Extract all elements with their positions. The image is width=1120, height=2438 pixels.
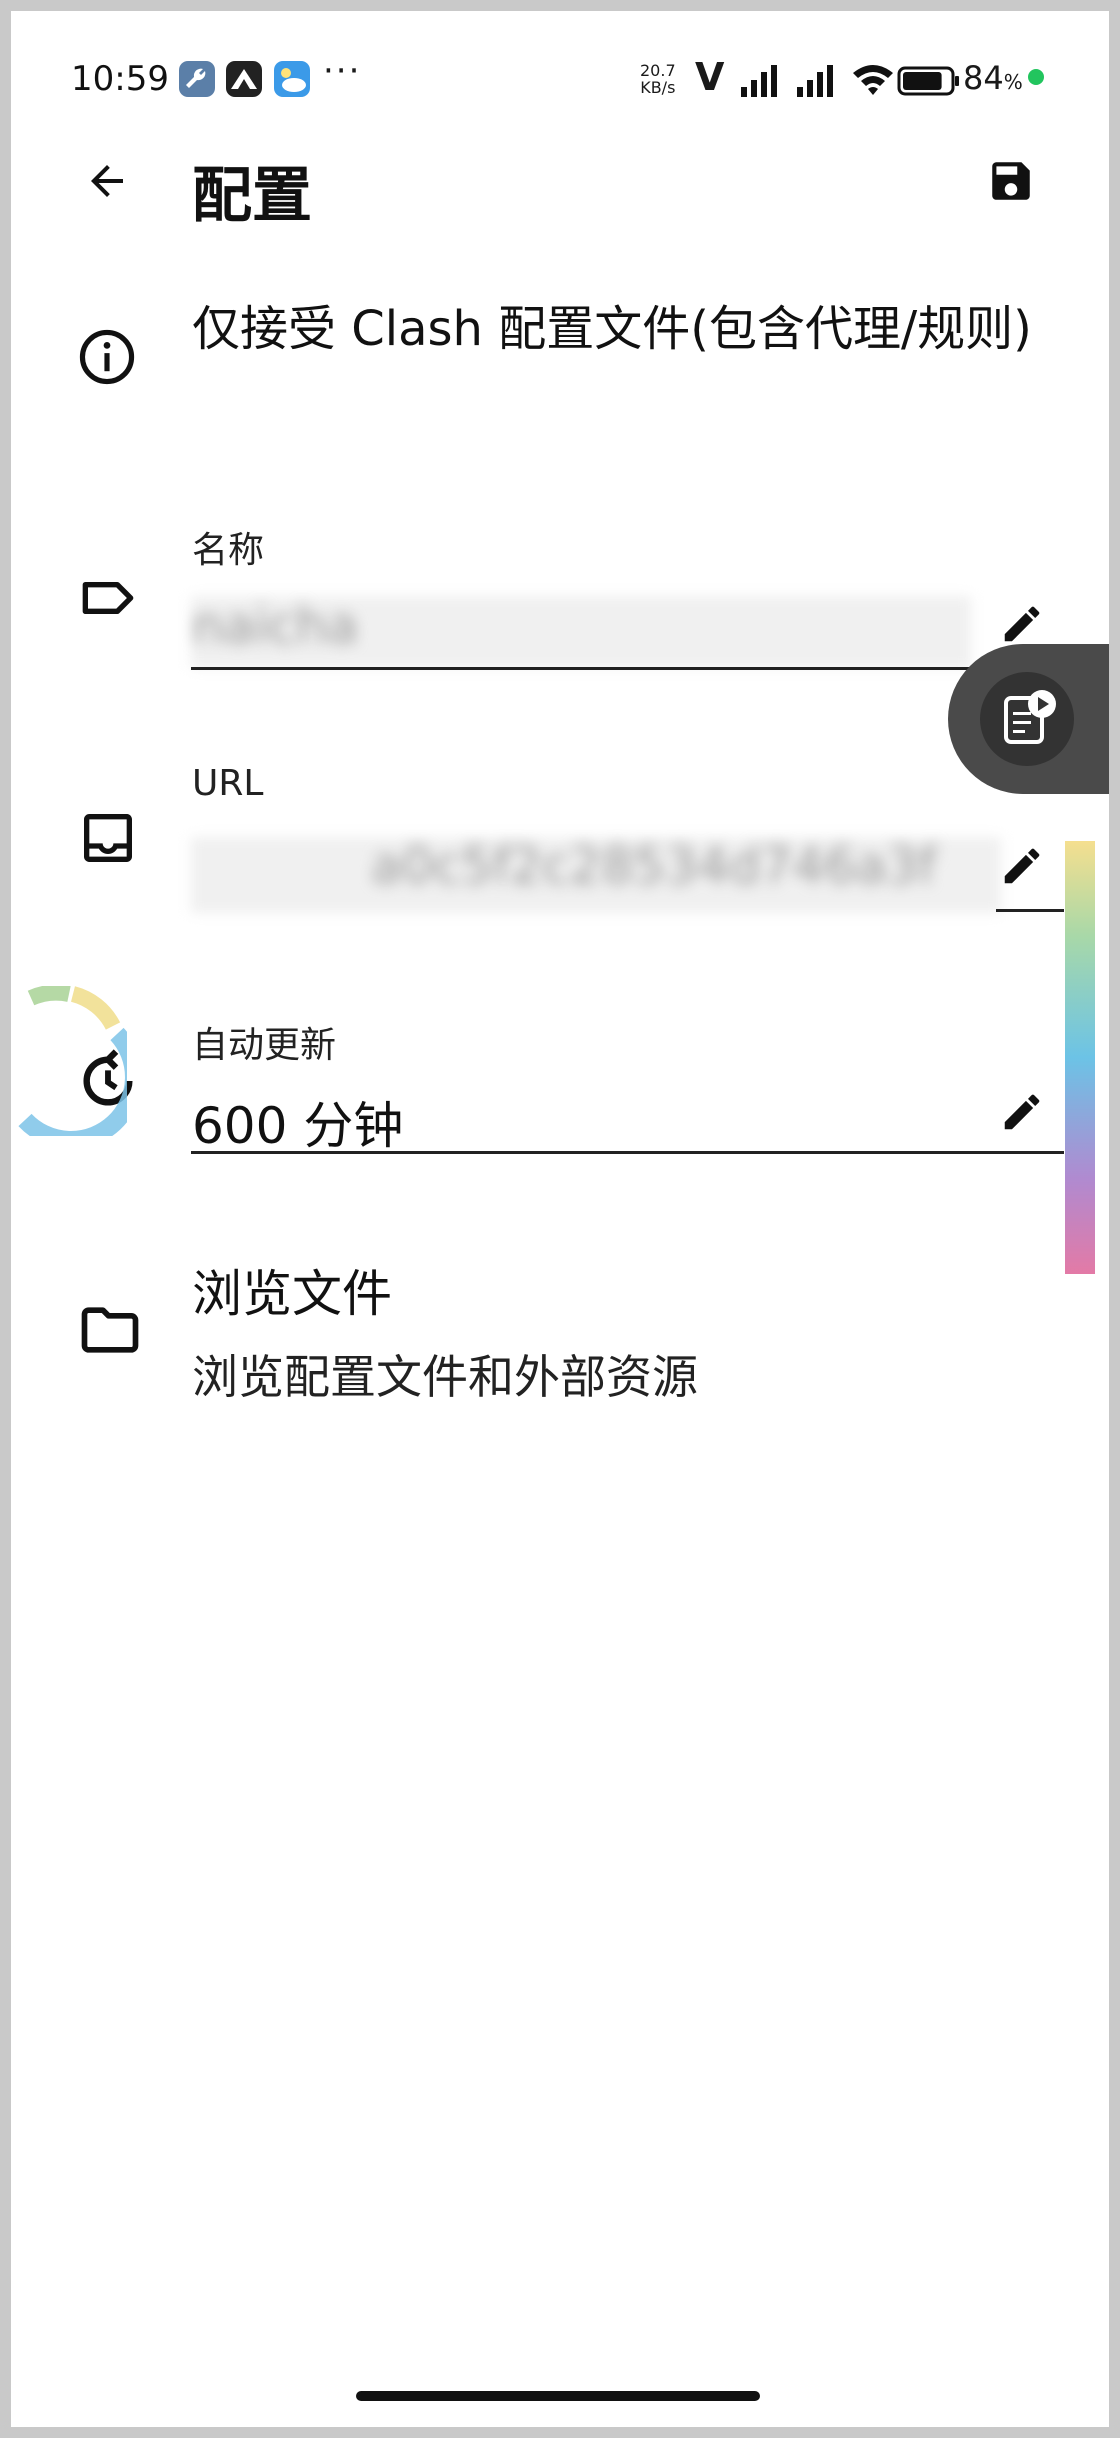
tag-icon bbox=[82, 582, 134, 614]
name-label: 名称 bbox=[192, 530, 265, 571]
edge-color-strip[interactable] bbox=[1065, 841, 1095, 1274]
status-bar: 10:59 ··· 20.7 KB/s V 84% bbox=[11, 11, 1109, 131]
home-indicator[interactable] bbox=[356, 2391, 760, 2401]
wrench-app-icon bbox=[179, 61, 215, 97]
info-icon bbox=[79, 329, 135, 385]
battery-icon bbox=[897, 66, 959, 96]
url-label: URL bbox=[192, 763, 264, 804]
wifi-icon bbox=[853, 65, 893, 95]
screen-recorder-icon bbox=[1004, 690, 1056, 744]
auto-update-input[interactable]: 600 分钟 bbox=[192, 1086, 403, 1158]
screen-recorder-float-button[interactable] bbox=[948, 644, 1109, 794]
network-speed: 20.7 KB/s bbox=[640, 61, 676, 97]
floating-ring-widget-icon[interactable] bbox=[17, 986, 127, 1136]
battery-percent: 84% bbox=[963, 59, 1023, 97]
page-title: 配置 bbox=[192, 161, 312, 231]
mountain-app-icon bbox=[226, 61, 262, 97]
url-input[interactable]: a0c5f2c28534d746a3f bbox=[371, 837, 991, 895]
auto-update-underline bbox=[191, 1151, 1064, 1154]
app-screen: 10:59 ··· 20.7 KB/s V 84% 配置 仅接受 Clash 配… bbox=[11, 11, 1109, 2427]
pencil-icon[interactable] bbox=[999, 1089, 1045, 1135]
folder-icon bbox=[81, 1307, 139, 1353]
name-underline bbox=[191, 667, 1064, 670]
weather-app-icon bbox=[274, 61, 310, 97]
floppy-save-icon[interactable] bbox=[986, 156, 1036, 206]
privacy-indicator-dot bbox=[1028, 69, 1044, 85]
browse-files-subtitle: 浏览配置文件和外部资源 bbox=[192, 1350, 698, 1404]
more-notifications: ··· bbox=[323, 51, 362, 91]
pencil-icon[interactable] bbox=[999, 601, 1045, 647]
info-text: 仅接受 Clash 配置文件(包含代理/规则) bbox=[192, 301, 1032, 357]
auto-update-label: 自动更新 bbox=[192, 1025, 337, 1066]
status-time: 10:59 bbox=[71, 59, 169, 99]
signal-icon bbox=[797, 65, 833, 97]
browse-files-title: 浏览文件 bbox=[192, 1265, 392, 1323]
carrier-mark: V bbox=[695, 55, 725, 99]
signal-icon bbox=[741, 65, 777, 97]
arrow-left-icon[interactable] bbox=[83, 157, 131, 205]
url-underline bbox=[996, 909, 1064, 912]
inbox-icon bbox=[84, 814, 132, 862]
name-input[interactable]: naicha bbox=[192, 597, 358, 655]
pencil-icon[interactable] bbox=[999, 843, 1045, 889]
